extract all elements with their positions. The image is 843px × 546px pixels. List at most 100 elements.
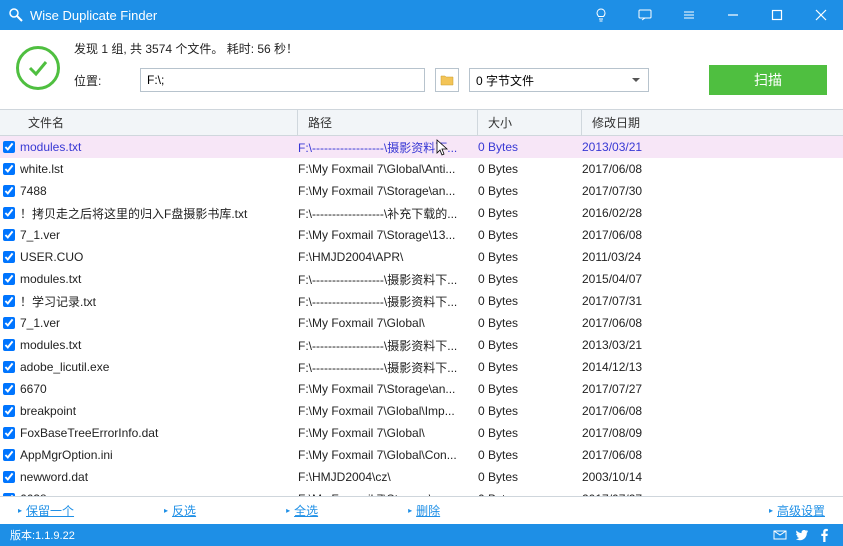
minimize-button[interactable] — [711, 0, 755, 30]
cell-date: 2014/12/13 — [582, 360, 843, 374]
row-checkbox[interactable] — [3, 251, 15, 263]
column-header-path[interactable]: 路径 — [298, 110, 478, 135]
advanced-settings-action[interactable]: ▸高级设置 — [769, 502, 825, 519]
table-row[interactable]: modules.txtF:\------------------\摄影资料下..… — [0, 334, 843, 356]
cell-path: F:\------------------\摄影资料下... — [298, 139, 478, 156]
cell-filename: 7488 — [18, 184, 298, 198]
scan-mode-value: 0 字节文件 — [476, 72, 534, 89]
lightbulb-icon[interactable] — [579, 0, 623, 30]
action-bar: ▸保留一个 ▸反选 ▸全选 ▸删除 ▸高级设置 — [0, 496, 843, 524]
row-checkbox[interactable] — [3, 427, 15, 439]
cell-path: F:\------------------\摄影资料下... — [298, 359, 478, 376]
location-input[interactable] — [140, 68, 425, 92]
row-checkbox[interactable] — [3, 405, 15, 417]
cell-path: F:\My Foxmail 7\Global\ — [298, 426, 478, 440]
feedback-icon[interactable] — [623, 0, 667, 30]
table-row[interactable]: FoxBaseTreeErrorInfo.datF:\My Foxmail 7\… — [0, 422, 843, 444]
cell-date: 2013/03/21 — [582, 338, 843, 352]
scan-summary: 发现 1 组, 共 3574 个文件。 耗时: 56 秒！ — [74, 40, 827, 57]
cell-path: F:\My Foxmail 7\Storage\an... — [298, 382, 478, 396]
cell-filename: modules.txt — [18, 338, 298, 352]
row-checkbox[interactable] — [3, 361, 15, 373]
dropdown-triangle-icon: ▸ — [286, 506, 290, 515]
table-row[interactable]: modules.txtF:\------------------\摄影资料下..… — [0, 268, 843, 290]
cell-date: 2017/06/08 — [582, 162, 843, 176]
table-row[interactable]: ！拷贝走之后将这里的归入F盘摄影书库.txtF:\---------------… — [0, 202, 843, 224]
header-checkbox-cell — [0, 110, 18, 135]
cell-date: 2003/10/14 — [582, 470, 843, 484]
cell-filename: newword.dat — [18, 470, 298, 484]
table-row[interactable]: breakpointF:\My Foxmail 7\Global\Imp...0… — [0, 400, 843, 422]
dropdown-triangle-icon: ▸ — [769, 506, 773, 515]
dropdown-triangle-icon: ▸ — [18, 506, 22, 515]
invert-selection-action[interactable]: ▸反选 — [164, 502, 196, 519]
table-row[interactable]: 7_1.verF:\My Foxmail 7\Global\0 Bytes201… — [0, 312, 843, 334]
row-checkbox[interactable] — [3, 471, 15, 483]
select-all-action[interactable]: ▸全选 — [286, 502, 318, 519]
app-logo-icon — [8, 7, 24, 23]
column-header-size[interactable]: 大小 — [478, 110, 582, 135]
row-checkbox[interactable] — [3, 229, 15, 241]
cell-size: 0 Bytes — [478, 404, 582, 418]
table-row[interactable]: 7_1.verF:\My Foxmail 7\Storage\13...0 By… — [0, 224, 843, 246]
cell-path: F:\My Foxmail 7\Storage\13... — [298, 228, 478, 242]
row-checkbox[interactable] — [3, 207, 15, 219]
mail-icon[interactable] — [771, 526, 789, 544]
close-button[interactable] — [799, 0, 843, 30]
cell-size: 0 Bytes — [478, 206, 582, 220]
cell-size: 0 Bytes — [478, 228, 582, 242]
table-row[interactable]: 7488F:\My Foxmail 7\Storage\an...0 Bytes… — [0, 180, 843, 202]
cell-date: 2013/03/21 — [582, 140, 843, 154]
cell-size: 0 Bytes — [478, 140, 582, 154]
maximize-button[interactable] — [755, 0, 799, 30]
table-row[interactable]: adobe_licutil.exeF:\------------------\摄… — [0, 356, 843, 378]
twitter-icon[interactable] — [793, 526, 811, 544]
table-row[interactable]: 6670F:\My Foxmail 7\Storage\an...0 Bytes… — [0, 378, 843, 400]
delete-action[interactable]: ▸删除 — [408, 502, 440, 519]
cell-date: 2017/07/27 — [582, 492, 843, 496]
cell-path: F:\My Foxmail 7\Global\Con... — [298, 448, 478, 462]
cell-date: 2017/06/08 — [582, 316, 843, 330]
row-checkbox[interactable] — [3, 493, 15, 496]
results-table[interactable]: modules.txtF:\------------------\摄影资料下..… — [0, 136, 843, 496]
table-row[interactable]: 6638F:\My Foxmail 7\Storage\an...0 Bytes… — [0, 488, 843, 496]
app-title: Wise Duplicate Finder — [30, 8, 157, 23]
row-checkbox[interactable] — [3, 449, 15, 461]
table-row[interactable]: USER.CUOF:\HMJD2004\APR\0 Bytes2011/03/2… — [0, 246, 843, 268]
column-header-name[interactable]: 文件名 — [18, 110, 298, 135]
version-label: 版本:1.1.9.22 — [10, 527, 75, 543]
browse-folder-button[interactable] — [435, 68, 459, 92]
status-bar: 版本:1.1.9.22 — [0, 524, 843, 546]
row-checkbox[interactable] — [3, 163, 15, 175]
row-checkbox[interactable] — [3, 339, 15, 351]
row-checkbox[interactable] — [3, 383, 15, 395]
scan-mode-select[interactable]: 0 字节文件 — [469, 68, 649, 92]
scan-button[interactable]: 扫描 — [709, 65, 827, 95]
cell-size: 0 Bytes — [478, 338, 582, 352]
menu-icon[interactable] — [667, 0, 711, 30]
row-checkbox[interactable] — [3, 141, 15, 153]
cell-date: 2015/04/07 — [582, 272, 843, 286]
row-checkbox[interactable] — [3, 295, 15, 307]
row-checkbox[interactable] — [3, 317, 15, 329]
cell-path: F:\------------------\摄影资料下... — [298, 271, 478, 288]
dropdown-triangle-icon: ▸ — [408, 506, 412, 515]
table-row[interactable]: ！学习记录.txtF:\------------------\摄影资料下...0… — [0, 290, 843, 312]
cell-filename: breakpoint — [18, 404, 298, 418]
cell-filename: ！拷贝走之后将这里的归入F盘摄影书库.txt — [18, 205, 298, 222]
cell-date: 2017/07/31 — [582, 294, 843, 308]
table-row[interactable]: newword.datF:\HMJD2004\cz\0 Bytes2003/10… — [0, 466, 843, 488]
table-row[interactable]: AppMgrOption.iniF:\My Foxmail 7\Global\C… — [0, 444, 843, 466]
keep-one-action[interactable]: ▸保留一个 — [18, 502, 74, 519]
column-header-date[interactable]: 修改日期 — [582, 110, 843, 135]
cell-date: 2017/07/30 — [582, 184, 843, 198]
cell-size: 0 Bytes — [478, 360, 582, 374]
table-row[interactable]: modules.txtF:\------------------\摄影资料下..… — [0, 136, 843, 158]
location-label: 位置: — [74, 72, 130, 89]
row-checkbox[interactable] — [3, 273, 15, 285]
facebook-icon[interactable] — [815, 526, 833, 544]
cell-filename: 6670 — [18, 382, 298, 396]
table-row[interactable]: white.lstF:\My Foxmail 7\Global\Anti...0… — [0, 158, 843, 180]
row-checkbox[interactable] — [3, 185, 15, 197]
cell-size: 0 Bytes — [478, 448, 582, 462]
